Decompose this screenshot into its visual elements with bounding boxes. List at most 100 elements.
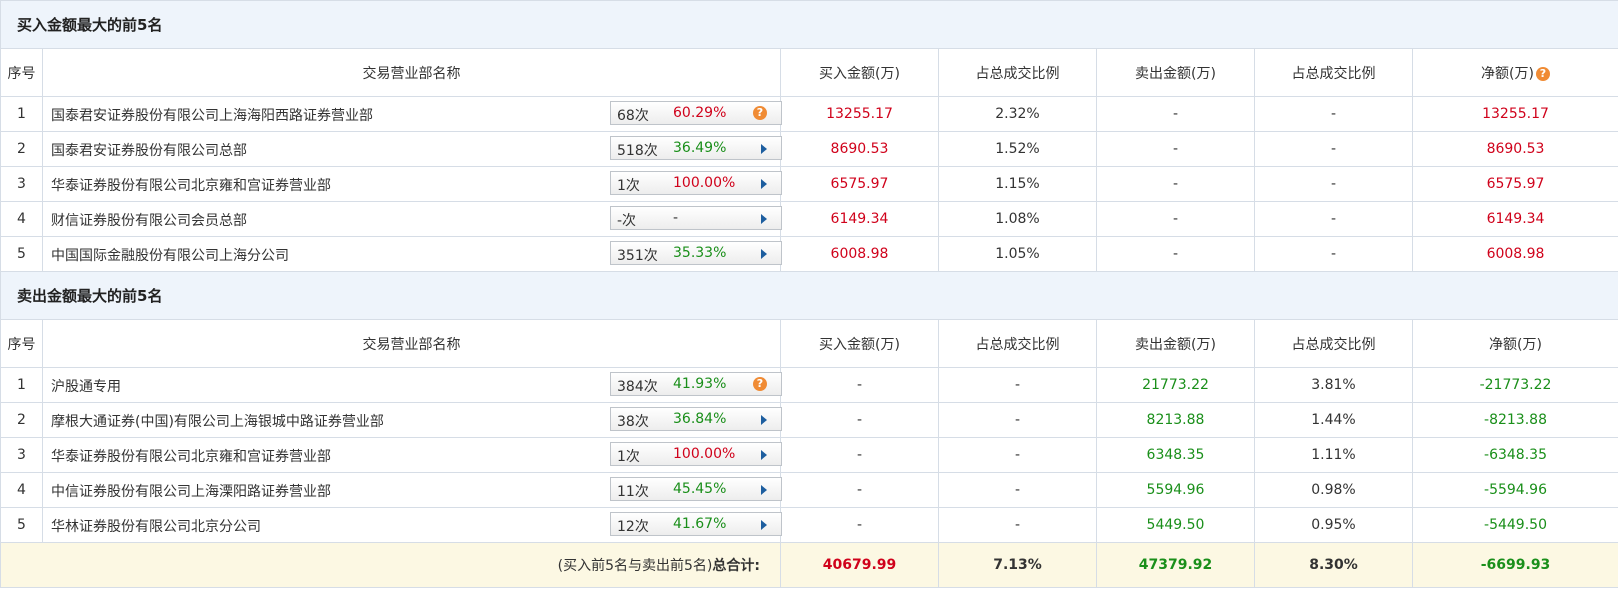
success-rate: 35.33% [673, 245, 727, 261]
column-header: 序号 [0, 48, 43, 97]
total-row: (买入前5名与卖出前5名)总合计: 40679.99 7.13% 47379.92 8.… [0, 542, 1618, 588]
broker-name-link[interactable]: 中国国际金融股份有限公司上海分公司 [51, 245, 289, 265]
net-amount: -5594.96 [1411, 472, 1618, 508]
buy-amount: - [780, 367, 939, 403]
table-header-row: 序号 交易营业部名称 买入金额(万) 占总成交比例 卖出金额(万) 占总成交比例 净额(万)… [0, 48, 1618, 97]
success-rate: 41.93% [673, 376, 727, 392]
buy-ratio: - [938, 367, 1097, 403]
column-header: 净额(万) [1411, 319, 1618, 368]
broker-stats-box[interactable]: 38次 36.84% [610, 407, 782, 431]
appearance-count: 12次 [617, 519, 649, 535]
success-rate: 100.00% [673, 175, 736, 191]
broker-name-link[interactable]: 财信证券股份有限公司会员总部 [51, 210, 247, 230]
broker-cell: 摩根大通证券(中国)有限公司上海银城中路证券营业部 38次 36.84% [42, 402, 782, 438]
broker-stats-box[interactable]: 518次 36.49% [610, 136, 782, 160]
broker-stats-box[interactable]: 68次 60.29%? [610, 101, 782, 125]
arrow-right-icon[interactable] [761, 450, 767, 460]
broker-name-link[interactable]: 沪股通专用 [51, 376, 121, 396]
column-header-label: 卖出金额(万) [1135, 336, 1216, 353]
arrow-right-icon[interactable] [761, 415, 767, 425]
sell-ratio: - [1254, 131, 1413, 167]
arrow-right-icon[interactable] [761, 520, 767, 530]
appearance-count: 1次 [617, 178, 640, 194]
rank-cell: 5 [0, 236, 43, 272]
table-row: 1 沪股通专用 384次 41.93%? - -21773.22 3.81% -21773.2… [0, 367, 1618, 403]
sell-amount: - [1096, 201, 1255, 237]
broker-stats-box[interactable]: -次 - [610, 206, 782, 230]
arrow-right-icon[interactable] [761, 249, 767, 259]
broker-stats-box[interactable]: 1次 100.00% [610, 442, 782, 466]
success-rate: 36.84% [673, 411, 727, 427]
broker-cell: 中国国际金融股份有限公司上海分公司 351次 35.33% [42, 236, 782, 272]
broker-name-link[interactable]: 摩根大通证券(中国)有限公司上海银城中路证券营业部 [51, 411, 384, 431]
total-label-bold: 总合计: [712, 558, 760, 574]
column-header: 占总成交比例 [938, 48, 1097, 97]
appearance-count: 68次 [617, 108, 649, 124]
table-row: 5 华林证券股份有限公司北京分公司 12次 41.67% - -5449.50 0.95% -… [0, 507, 1618, 543]
column-header-label: 占总成交比例 [975, 65, 1060, 82]
table-row: 4 中信证券股份有限公司上海溧阳路证券营业部 11次 45.45% - -5594.96 0… [0, 472, 1618, 508]
rank-cell: 5 [0, 507, 43, 543]
total-label: (买入前5名与卖出前5名)总合计: [0, 542, 781, 588]
broker-stats-box[interactable]: 384次 41.93%? [610, 372, 782, 396]
broker-name-link[interactable]: 国泰君安证券股份有限公司总部 [51, 140, 247, 160]
buy-amount: 6149.34 [780, 201, 939, 237]
net-amount: 6575.97 [1411, 166, 1618, 202]
column-header-label: 序号 [7, 65, 36, 82]
sell-amount: - [1096, 236, 1255, 272]
buy-amount: 8690.53 [780, 131, 939, 167]
help-icon[interactable]: ? [1535, 66, 1550, 81]
broker-stats-box[interactable]: 11次 45.45% [610, 477, 782, 501]
broker-stats-box[interactable]: 1次 100.00% [610, 171, 782, 195]
arrow-right-icon[interactable] [761, 179, 767, 189]
column-header: 序号 [0, 319, 43, 368]
buy-amount: - [780, 402, 939, 438]
sell-amount: - [1096, 131, 1255, 167]
arrow-right-icon[interactable] [761, 485, 767, 495]
success-rate: 60.29% [673, 105, 727, 121]
column-header-label: 卖出金额(万) [1135, 65, 1216, 82]
success-rate: 45.45% [673, 481, 727, 497]
broker-name-link[interactable]: 中信证券股份有限公司上海溧阳路证券营业部 [51, 481, 331, 501]
sell-ratio: 3.81% [1254, 367, 1413, 403]
sell-ratio: 1.44% [1254, 402, 1413, 438]
table-header-row: 序号 交易营业部名称 买入金额(万) 占总成交比例 卖出金额(万) 占总成交比例 净额(万) [0, 319, 1618, 368]
broker-name-link[interactable]: 华泰证券股份有限公司北京雍和宫证券营业部 [51, 175, 331, 195]
total-sell: 47379.92 [1096, 542, 1255, 588]
buy-amount: - [780, 437, 939, 473]
net-amount: 13255.17 [1411, 96, 1618, 132]
table-row: 4 财信证券股份有限公司会员总部 -次 -6149.34 1.08% - -6149.34 [0, 201, 1618, 237]
arrow-right-icon[interactable] [761, 144, 767, 154]
buy-ratio: - [938, 507, 1097, 543]
broker-cell: 中信证券股份有限公司上海溧阳路证券营业部 11次 45.45% [42, 472, 782, 508]
column-header-label: 占总成交比例 [1291, 336, 1376, 353]
rank-cell: 2 [0, 131, 43, 167]
rank-cell: 4 [0, 472, 43, 508]
help-icon[interactable]: ? [753, 106, 767, 120]
appearance-count: 518次 [617, 143, 658, 159]
net-amount: 6149.34 [1411, 201, 1618, 237]
total-label-prefix: (买入前5名与卖出前5名) [557, 558, 713, 574]
arrow-right-icon[interactable] [761, 214, 767, 224]
section-title: 买入金额最大的前5名 [0, 0, 1618, 49]
sell-amount: 6348.35 [1096, 437, 1255, 473]
sell-amount: 21773.22 [1096, 367, 1255, 403]
buy-ratio: - [938, 402, 1097, 438]
broker-name-link[interactable]: 国泰君安证券股份有限公司上海海阳西路证券营业部 [51, 105, 373, 125]
table-row: 1 国泰君安证券股份有限公司上海海阳西路证券营业部 68次 60.29%? 13255.… [0, 96, 1618, 132]
buy-ratio: 1.52% [938, 131, 1097, 167]
broker-name-link[interactable]: 华林证券股份有限公司北京分公司 [51, 516, 261, 536]
broker-stats-box[interactable]: 351次 35.33% [610, 241, 782, 265]
broker-name-link[interactable]: 华泰证券股份有限公司北京雍和宫证券营业部 [51, 446, 331, 466]
column-header: 卖出金额(万) [1096, 48, 1255, 97]
buy-ratio: 1.08% [938, 201, 1097, 237]
table-row: 3 华泰证券股份有限公司北京雍和宫证券营业部 1次 100.00% - -6348.35 1… [0, 437, 1618, 473]
column-header-label: 占总成交比例 [975, 336, 1060, 353]
column-header: 占总成交比例 [1254, 48, 1413, 97]
sell-amount: 5449.50 [1096, 507, 1255, 543]
appearance-count: 38次 [617, 414, 649, 430]
help-icon[interactable]: ? [753, 377, 767, 391]
broker-stats-box[interactable]: 12次 41.67% [610, 512, 782, 536]
column-header-label: 占总成交比例 [1291, 65, 1376, 82]
broker-cell: 华泰证券股份有限公司北京雍和宫证券营业部 1次 100.00% [42, 437, 782, 473]
